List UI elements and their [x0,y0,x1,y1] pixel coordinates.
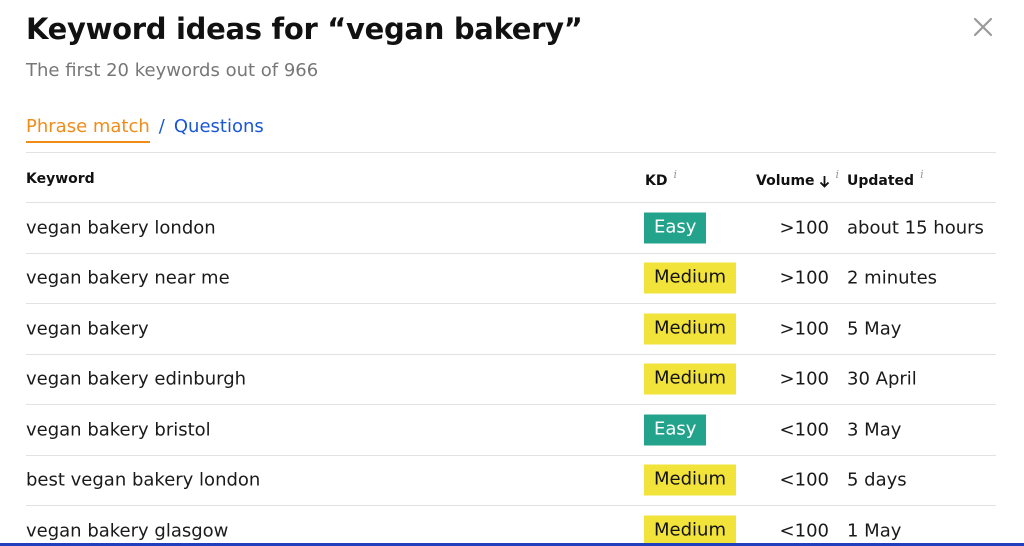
info-icon[interactable]: i [920,168,924,181]
updated-value: 3 May [847,419,902,441]
arrow-down-icon [819,173,830,189]
column-header-updated[interactable]: Updated i [847,168,924,189]
kd-cell: Medium [644,262,736,294]
keyword-link[interactable]: vegan bakery glasgow [26,520,228,541]
table-row[interactable]: vegan bakery near me Medium >100 2 minutes [26,254,996,304]
keyword-link[interactable]: vegan bakery bristol [26,419,211,440]
updated-value: about 15 hours [847,217,984,239]
keywords-table: Keyword KD i Volume i Updated i vegan ba… [26,152,996,546]
modal-subtitle: The first 20 keywords out of 966 [26,60,319,81]
kd-cell: Medium [644,363,736,395]
tab-questions[interactable]: Questions [174,116,264,137]
kd-badge: Medium [644,363,736,395]
column-header-keyword[interactable]: Keyword [26,171,95,187]
table-header: Keyword KD i Volume i Updated i [26,153,996,203]
info-icon[interactable]: i [673,168,677,181]
table-body: vegan bakery london Easy >100 about 15 hour… [26,203,996,546]
table-row[interactable]: vegan bakery Medium >100 5 May [26,304,996,355]
match-tabs: Phrase match / Questions [26,116,264,143]
keyword-link[interactable]: vegan bakery edinburgh [26,369,246,390]
close-button[interactable] [968,12,998,42]
volume-value: <100 [779,419,829,441]
kd-badge: Medium [644,262,736,294]
kd-badge: Easy [644,212,707,244]
kd-cell: Medium [644,313,736,345]
column-header-kd[interactable]: KD i [645,168,677,189]
kd-cell: Medium [644,464,736,496]
updated-value: 2 minutes [847,267,938,289]
column-label-kd: KD [645,173,668,189]
kd-cell: Easy [644,212,707,244]
keyword-link[interactable]: vegan bakery [26,318,149,339]
volume-value: >100 [779,368,829,390]
updated-value: 5 days [847,469,907,491]
keyword-link[interactable]: vegan bakery near me [26,268,230,289]
table-row[interactable]: vegan bakery glasgow Medium <100 1 May [26,506,996,546]
kd-badge: Medium [644,515,736,546]
table-row[interactable]: vegan bakery bristol Easy <100 3 May [26,405,996,456]
close-icon [973,17,993,37]
tab-phrase-match[interactable]: Phrase match [26,116,150,143]
updated-value: 1 May [847,520,902,542]
column-header-volume[interactable]: Volume i [756,168,839,189]
volume-value: >100 [779,318,829,340]
volume-value: >100 [779,217,829,239]
column-label-volume: Volume [756,173,815,189]
keyword-link[interactable]: best vegan bakery london [26,470,260,491]
tab-separator: / [158,116,165,137]
volume-value: >100 [779,267,829,289]
volume-value: <100 [779,469,829,491]
volume-value: <100 [779,520,829,542]
kd-badge: Medium [644,313,736,345]
keyword-link[interactable]: vegan bakery london [26,217,216,238]
kd-badge: Medium [644,464,736,496]
table-row[interactable]: vegan bakery edinburgh Medium >100 30 April [26,355,996,405]
column-label-keyword: Keyword [26,171,95,187]
table-row[interactable]: vegan bakery london Easy >100 about 15 hour… [26,203,996,254]
column-label-updated: Updated [847,173,915,189]
keyword-ideas-modal: Keyword ideas for “vegan bakery” The fir… [0,0,1024,546]
table-row[interactable]: best vegan bakery london Medium <100 5 days [26,456,996,506]
updated-value: 30 April [847,368,917,390]
updated-value: 5 May [847,318,902,340]
modal-title: Keyword ideas for “vegan bakery” [26,12,583,46]
info-icon[interactable]: i [836,168,840,181]
kd-cell: Easy [644,414,707,446]
kd-badge: Easy [644,414,707,446]
kd-cell: Medium [644,515,736,546]
